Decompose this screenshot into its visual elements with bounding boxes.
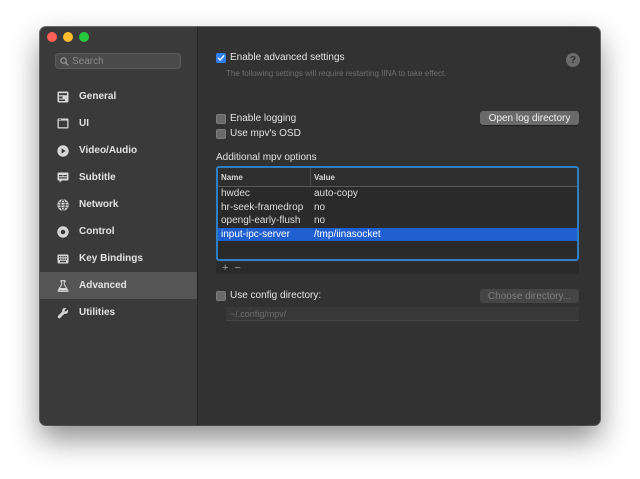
sidebar-nav: General UI Video/Audio Subtitle Network …: [40, 83, 197, 326]
table-row-selected[interactable]: input-ipc-server /tmp/iinasocket: [218, 227, 577, 241]
sidebar-item-label: UI: [79, 118, 89, 129]
sidebar: General UI Video/Audio Subtitle: [40, 27, 198, 425]
minimize-window-button[interactable]: [63, 32, 73, 42]
enable-logging-label: Enable logging: [230, 113, 297, 124]
zoom-window-button[interactable]: [79, 32, 89, 42]
advanced-pane: Enable advanced settings The following s…: [198, 27, 600, 425]
sidebar-item-control[interactable]: Control: [40, 218, 197, 245]
restart-hint: The following settings will require rest…: [226, 69, 447, 78]
wrench-icon: [56, 306, 69, 319]
search-input[interactable]: [69, 55, 172, 67]
option-name: opengl-early-flush: [221, 215, 301, 227]
enable-advanced-row[interactable]: Enable advanced settings: [216, 52, 345, 63]
sidebar-item-label: Subtitle: [79, 172, 116, 183]
enable-logging-row[interactable]: Enable logging: [216, 113, 296, 124]
table-row[interactable]: hwdec auto-copy: [218, 187, 577, 201]
control-icon: [56, 225, 69, 238]
column-header-value[interactable]: Value: [311, 168, 335, 186]
use-config-directory-row[interactable]: Use config directory:: [216, 290, 321, 301]
search-icon: [60, 56, 69, 66]
table-header: Name Value: [218, 168, 577, 187]
sidebar-item-utilities[interactable]: Utilities: [40, 299, 197, 326]
checkmark-icon: [217, 54, 225, 61]
globe-icon: [56, 198, 69, 211]
close-window-button[interactable]: [47, 32, 57, 42]
preferences-window: General UI Video/Audio Subtitle: [40, 27, 600, 425]
sidebar-item-label: General: [79, 91, 117, 102]
table-row[interactable]: hr-seek-framedrop no: [218, 201, 577, 215]
option-value: /tmp/iinasocket: [314, 228, 381, 240]
enable-advanced-checkbox[interactable]: [216, 52, 226, 63]
subtitle-icon: [56, 171, 69, 184]
play-icon: [56, 144, 69, 157]
option-name: hr-seek-framedrop: [221, 201, 304, 213]
sidebar-item-advanced[interactable]: Advanced: [40, 272, 197, 299]
search-field[interactable]: [55, 53, 181, 69]
sidebar-item-ui[interactable]: UI: [40, 110, 197, 137]
sidebar-item-subtitle[interactable]: Subtitle: [40, 164, 197, 191]
use-config-directory-label: Use config directory:: [230, 290, 322, 301]
enable-logging-checkbox[interactable]: [216, 113, 226, 124]
add-option-button[interactable]: +: [222, 262, 228, 274]
sidebar-item-video-audio[interactable]: Video/Audio: [40, 137, 197, 164]
use-config-directory-checkbox[interactable]: [216, 290, 226, 301]
add-remove-bar: + −: [216, 262, 579, 274]
keyboard-icon: [56, 252, 69, 265]
sidebar-item-label: Control: [79, 226, 115, 237]
general-icon: [56, 90, 69, 103]
sidebar-item-general[interactable]: General: [40, 83, 197, 110]
mpv-options-table[interactable]: Name Value hwdec auto-copy hr-seek-frame…: [216, 166, 579, 261]
sidebar-item-label: Advanced: [79, 280, 127, 291]
sidebar-item-label: Key Bindings: [79, 253, 143, 264]
sidebar-item-label: Utilities: [79, 307, 116, 318]
ui-icon: [56, 117, 69, 130]
sidebar-item-label: Video/Audio: [79, 145, 138, 156]
use-mpv-osd-row[interactable]: Use mpv's OSD: [216, 128, 301, 139]
remove-option-button[interactable]: −: [234, 262, 240, 274]
window-controls: [47, 32, 89, 42]
option-name: hwdec: [221, 188, 250, 200]
config-directory-field[interactable]: ~/.config/mpv/: [226, 307, 579, 321]
mpv-options-title: Additional mpv options: [216, 152, 317, 163]
option-value: no: [314, 215, 326, 227]
sidebar-item-label: Network: [79, 199, 119, 210]
sidebar-item-network[interactable]: Network: [40, 191, 197, 218]
use-mpv-osd-checkbox[interactable]: [216, 128, 226, 139]
table-row[interactable]: opengl-early-flush no: [218, 214, 577, 228]
use-mpv-osd-label: Use mpv's OSD: [230, 128, 301, 139]
option-name: input-ipc-server: [221, 228, 290, 240]
sidebar-item-key-bindings[interactable]: Key Bindings: [40, 245, 197, 272]
enable-advanced-label: Enable advanced settings: [230, 52, 345, 63]
option-value: no: [314, 201, 326, 213]
help-button[interactable]: ?: [566, 53, 580, 67]
option-value: auto-copy: [314, 188, 358, 200]
choose-directory-button[interactable]: Choose directory...: [480, 289, 579, 303]
open-log-directory-button[interactable]: Open log directory: [480, 111, 579, 125]
column-header-name[interactable]: Name: [218, 168, 311, 186]
flask-icon: [56, 279, 69, 292]
